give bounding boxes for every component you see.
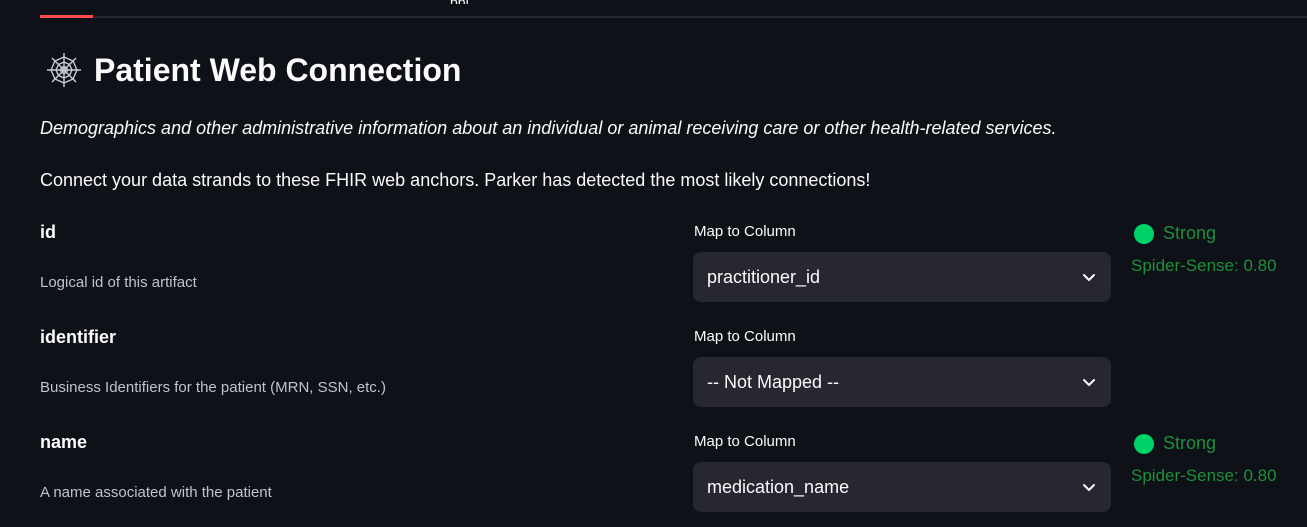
chevron-down-icon [1083,274,1095,281]
column-select-id[interactable]: practitioner_id [693,252,1111,302]
map-to-column-label: Map to Column [694,223,796,240]
selected-value: -- Not Mapped -- [707,371,840,392]
field-description: Logical id of this artifact [40,274,197,291]
field-row-identifier: identifier Business Identifiers for the … [0,317,1307,422]
chevron-down-icon [1083,379,1095,386]
selected-value: practitioner_id [707,266,821,287]
page-title: Patient Web Connection [94,51,462,88]
green-circle-icon [1134,433,1154,454]
field-name: id [40,222,56,242]
page-header: Patient Web Connection [44,50,461,90]
status-badge: Strong [1134,433,1216,454]
field-name: name [40,432,88,452]
column-select-name[interactable]: medication_name [693,462,1111,512]
status-label: Strong [1163,433,1217,453]
spider-sense-score: Spider-Sense: 0.80 [1131,256,1277,275]
column-select-identifier[interactable]: -- Not Mapped -- [693,357,1111,407]
active-tab-indicator[interactable] [40,15,93,18]
green-circle-icon [1134,223,1154,244]
map-to-column-label: Map to Column [694,433,796,450]
field-description: Business Identifiers for the patient (MR… [40,379,386,396]
tab-bar: ppi [40,0,1307,20]
map-to-column-label: Map to Column [694,328,796,345]
spider-sense-score: Spider-Sense: 0.80 [1131,466,1277,485]
tab-bar-divider [40,16,1307,18]
status-badge: Strong [1134,223,1216,244]
status-label: Strong [1163,223,1217,243]
selected-value: medication_name [707,476,850,497]
field-row-name: name A name associated with the patient … [0,422,1307,527]
intro-text: Connect your data strands to these FHIR … [40,170,871,190]
chevron-down-icon [1083,484,1095,491]
field-name: identifier [40,327,117,347]
field-description: A name associated with the patient [40,484,272,501]
field-row-id: id Logical id of this artifact Map to Co… [0,212,1307,317]
resource-description: Demographics and other administrative in… [40,118,1057,138]
tab-label-partial[interactable]: ppi [450,0,506,4]
spider-web-icon [47,53,81,87]
